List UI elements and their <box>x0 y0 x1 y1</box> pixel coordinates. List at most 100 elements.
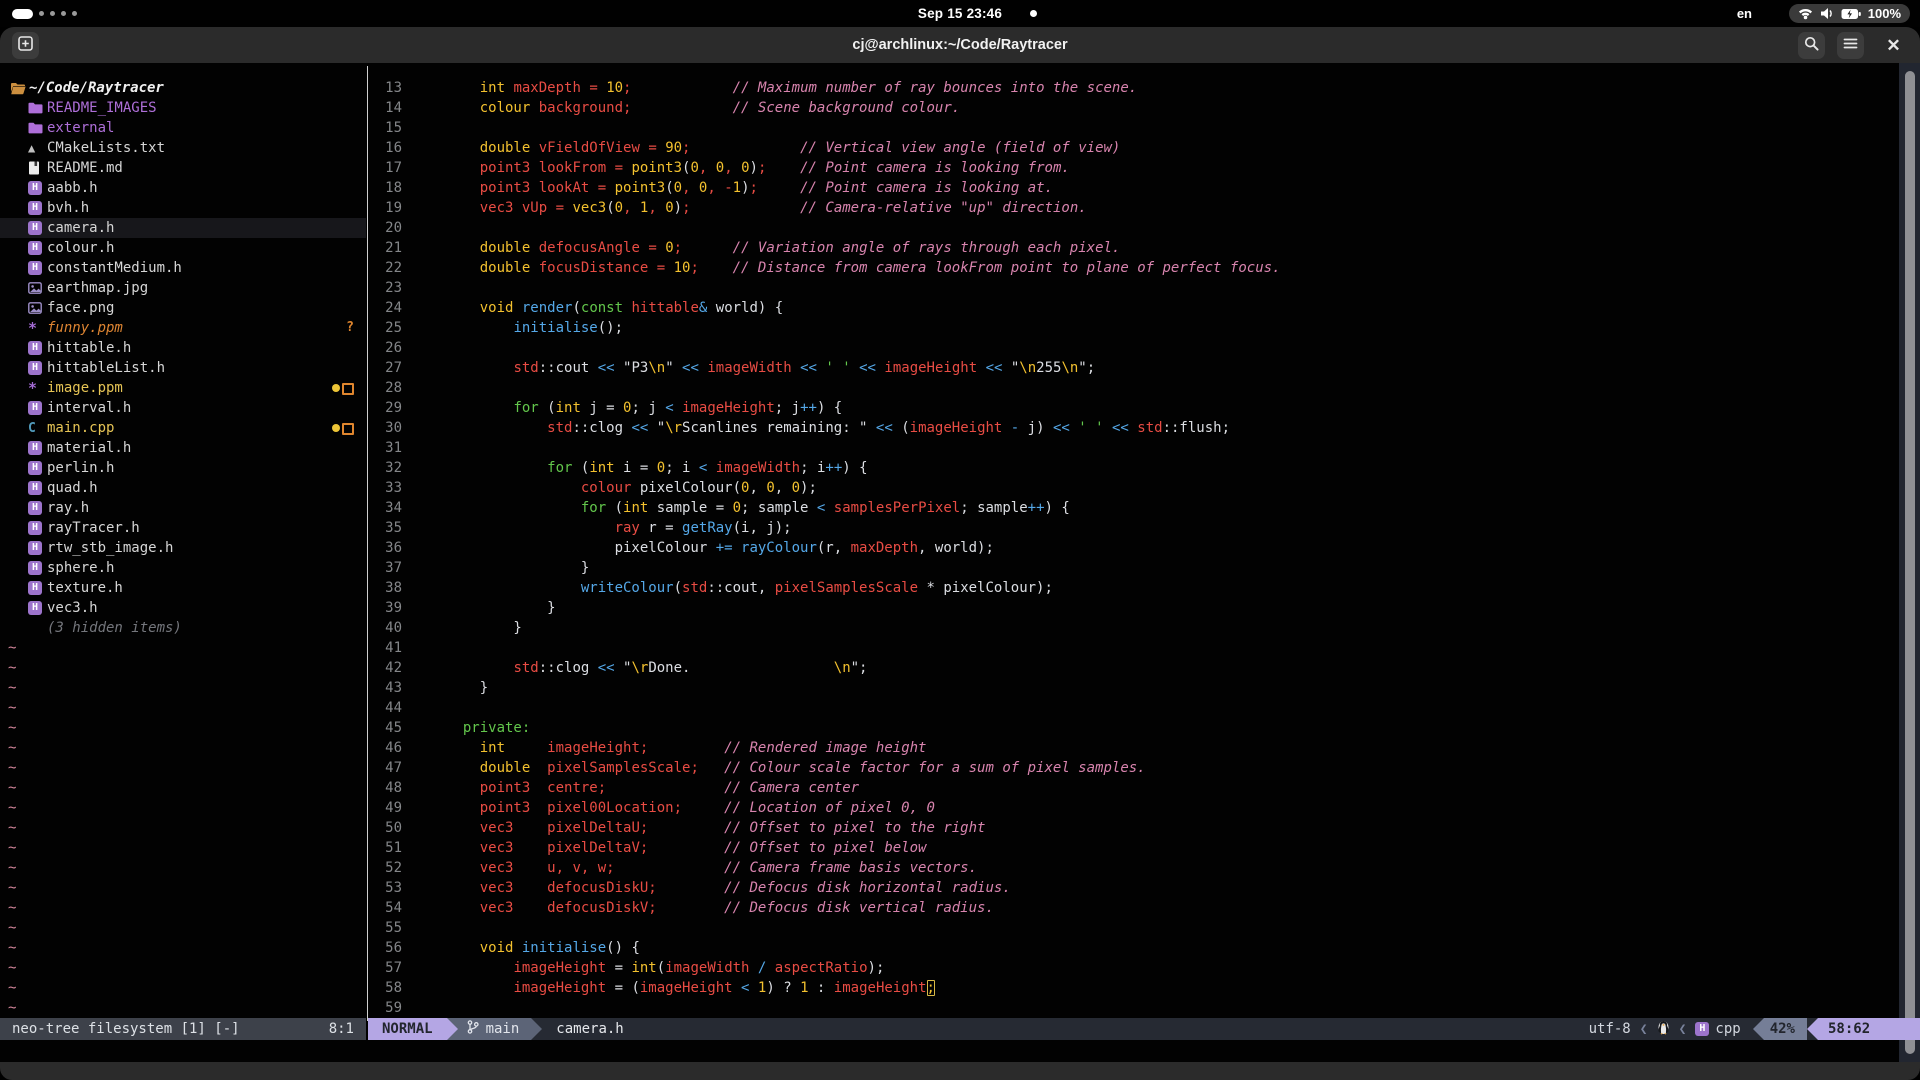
code-line-18[interactable]: 18 point3 lookAt = point3(0, 0, -1); // … <box>368 178 1898 198</box>
code-line-22[interactable]: 22 double focusDistance = 10; // Distanc… <box>368 258 1898 278</box>
empty-buffer-tilde: ~ <box>0 878 366 898</box>
tree-item-rtw-stb-image.h[interactable]: Hrtw_stb_image.h <box>0 538 366 558</box>
code-line-26[interactable]: 26 <box>368 338 1898 358</box>
code-line-51[interactable]: 51 vec3 pixelDeltaV; // Offset to pixel … <box>368 838 1898 858</box>
tree-item-vec3.h[interactable]: Hvec3.h <box>0 598 366 618</box>
clock[interactable]: Sep 15 23:46 <box>0 0 1920 27</box>
code-line-15[interactable]: 15 <box>368 118 1898 138</box>
code-line-33[interactable]: 33 colour pixelColour(0, 0, 0); <box>368 478 1898 498</box>
code-line-49[interactable]: 49 point3 pixel00Location; // Location o… <box>368 798 1898 818</box>
code-line-28[interactable]: 28 <box>368 378 1898 398</box>
code-line-44[interactable]: 44 <box>368 698 1898 718</box>
code-line-58[interactable]: 58 imageHeight = (imageHeight < 1) ? 1 :… <box>368 978 1898 998</box>
tree-item-earthmap.jpg[interactable]: earthmap.jpg <box>0 278 366 298</box>
code-line-43[interactable]: 43 } <box>368 678 1898 698</box>
code-line-37[interactable]: 37 } <box>368 558 1898 578</box>
code-line-52[interactable]: 52 vec3 u, v, w; // Camera frame basis v… <box>368 858 1898 878</box>
tree-item-image.ppm[interactable]: *image.ppm <box>0 378 366 398</box>
tree-item-perlin.h[interactable]: Hperlin.h <box>0 458 366 478</box>
code-line-32[interactable]: 32 for (int i = 0; i < imageWidth; i++) … <box>368 458 1898 478</box>
tree-item-aabb.h[interactable]: Haabb.h <box>0 178 366 198</box>
code-line-27[interactable]: 27 std::cout << "P3\n" << imageWidth << … <box>368 358 1898 378</box>
ppm-file-icon: * <box>28 379 37 397</box>
code-line-41[interactable]: 41 <box>368 638 1898 658</box>
close-button[interactable]: ✕ <box>1880 32 1907 59</box>
code-line-13[interactable]: 13 int maxDepth = 10; // Maximum number … <box>368 78 1898 98</box>
code-line-29[interactable]: 29 for (int j = 0; j < imageHeight; j++)… <box>368 398 1898 418</box>
tree-item-hittableList.h[interactable]: HhittableList.h <box>0 358 366 378</box>
code-line-31[interactable]: 31 <box>368 438 1898 458</box>
code-line-45[interactable]: 45 private: <box>368 718 1898 738</box>
tree-item--Code-Raytracer[interactable]: ~/Code/Raytracer <box>0 78 366 98</box>
code-line-40[interactable]: 40 } <box>368 618 1898 638</box>
code-text: private: <box>446 720 530 736</box>
tree-item--3-hidden-items-[interactable]: (3 hidden items) <box>0 618 366 638</box>
keyboard-layout-indicator[interactable]: en <box>1737 0 1752 27</box>
tree-item-constantMedium.h[interactable]: HconstantMedium.h <box>0 258 366 278</box>
search-button[interactable] <box>1798 32 1825 59</box>
tree-item-main.cpp[interactable]: Cmain.cpp <box>0 418 366 438</box>
code-line-53[interactable]: 53 vec3 defocusDiskU; // Defocus disk ho… <box>368 878 1898 898</box>
code-line-56[interactable]: 56 void initialise() { <box>368 938 1898 958</box>
code-line-21[interactable]: 21 double defocusAngle = 0; // Variation… <box>368 238 1898 258</box>
code-text: vec3 u, v, w; // Camera frame basis vect… <box>446 860 977 876</box>
header-file-icon: H <box>28 241 42 255</box>
code-line-54[interactable]: 54 vec3 defocusDiskV; // Defocus disk ve… <box>368 898 1898 918</box>
tree-item-colour.h[interactable]: Hcolour.h <box>0 238 366 258</box>
code-line-14[interactable]: 14 colour background; // Scene backgroun… <box>368 98 1898 118</box>
scrollbar-thumb[interactable] <box>1905 71 1915 1054</box>
code-line-50[interactable]: 50 vec3 pixelDeltaU; // Offset to pixel … <box>368 818 1898 838</box>
tree-item-bvh.h[interactable]: Hbvh.h <box>0 198 366 218</box>
git-untracked-icon: ? <box>346 320 354 335</box>
line-number: 20 <box>368 220 402 236</box>
code-line-36[interactable]: 36 pixelColour += rayColour(r, maxDepth,… <box>368 538 1898 558</box>
code-line-59[interactable]: 59 <box>368 998 1898 1018</box>
line-number: 17 <box>368 160 402 176</box>
tree-item-sphere.h[interactable]: Hsphere.h <box>0 558 366 578</box>
code-line-38[interactable]: 38 writeColour(std::cout, pixelSamplesSc… <box>368 578 1898 598</box>
tree-item-ray.h[interactable]: Hray.h <box>0 498 366 518</box>
new-tab-button[interactable] <box>12 32 39 59</box>
tree-item-README.md[interactable]: README.md <box>0 158 366 178</box>
line-number: 41 <box>368 640 402 656</box>
tree-item-hittable.h[interactable]: Hhittable.h <box>0 338 366 358</box>
code-line-42[interactable]: 42 std::clog << "\rDone. \n"; <box>368 658 1898 678</box>
line-number: 42 <box>368 660 402 676</box>
code-line-48[interactable]: 48 point3 centre; // Camera center <box>368 778 1898 798</box>
code-line-23[interactable]: 23 <box>368 278 1898 298</box>
code-line-17[interactable]: 17 point3 lookFrom = point3(0, 0, 0); //… <box>368 158 1898 178</box>
system-status-pill[interactable]: 100% <box>1789 4 1910 23</box>
tree-item-label: constantMedium.h <box>47 260 182 276</box>
code-line-25[interactable]: 25 initialise(); <box>368 318 1898 338</box>
code-line-57[interactable]: 57 imageHeight = int(imageWidth / aspect… <box>368 958 1898 978</box>
tree-item-material.h[interactable]: Hmaterial.h <box>0 438 366 458</box>
tree-item-face.png[interactable]: face.png <box>0 298 366 318</box>
tree-item-quad.h[interactable]: Hquad.h <box>0 478 366 498</box>
code-line-55[interactable]: 55 <box>368 918 1898 938</box>
tree-item-external[interactable]: external <box>0 118 366 138</box>
tree-item-camera.h[interactable]: Hcamera.h <box>0 218 366 238</box>
tree-item-texture.h[interactable]: Htexture.h <box>0 578 366 598</box>
code-line-34[interactable]: 34 for (int sample = 0; sample < samples… <box>368 498 1898 518</box>
line-number: 16 <box>368 140 402 156</box>
code-line-30[interactable]: 30 std::clog << "\rScanlines remaining: … <box>368 418 1898 438</box>
menu-button[interactable] <box>1837 32 1864 59</box>
code-line-46[interactable]: 46 int imageHeight; // Rendered image he… <box>368 738 1898 758</box>
code-line-35[interactable]: 35 ray r = getRay(i, j); <box>368 518 1898 538</box>
code-line-19[interactable]: 19 vec3 vUp = vec3(0, 1, 0); // Camera-r… <box>368 198 1898 218</box>
header-file-icon: H <box>28 521 42 535</box>
tree-item-README-IMAGES[interactable]: README_IMAGES <box>0 98 366 118</box>
tree-item-interval.h[interactable]: Hinterval.h <box>0 398 366 418</box>
tree-item-funny.ppm[interactable]: *funny.ppm? <box>0 318 366 338</box>
line-number: 22 <box>368 260 402 276</box>
code-line-39[interactable]: 39 } <box>368 598 1898 618</box>
line-number: 33 <box>368 480 402 496</box>
code-line-47[interactable]: 47 double pixelSamplesScale; // Colour s… <box>368 758 1898 778</box>
tree-item-CMakeLists.txt[interactable]: ▲CMakeLists.txt <box>0 138 366 158</box>
code-line-24[interactable]: 24 void render(const hittable& world) { <box>368 298 1898 318</box>
code-line-16[interactable]: 16 double vFieldOfView = 90; // Vertical… <box>368 138 1898 158</box>
code-line-20[interactable]: 20 <box>368 218 1898 238</box>
code-text: point3 lookAt = point3(0, 0, -1); // Poi… <box>446 180 1053 196</box>
scrollbar-track[interactable] <box>1899 63 1920 1062</box>
tree-item-rayTracer.h[interactable]: HrayTracer.h <box>0 518 366 538</box>
